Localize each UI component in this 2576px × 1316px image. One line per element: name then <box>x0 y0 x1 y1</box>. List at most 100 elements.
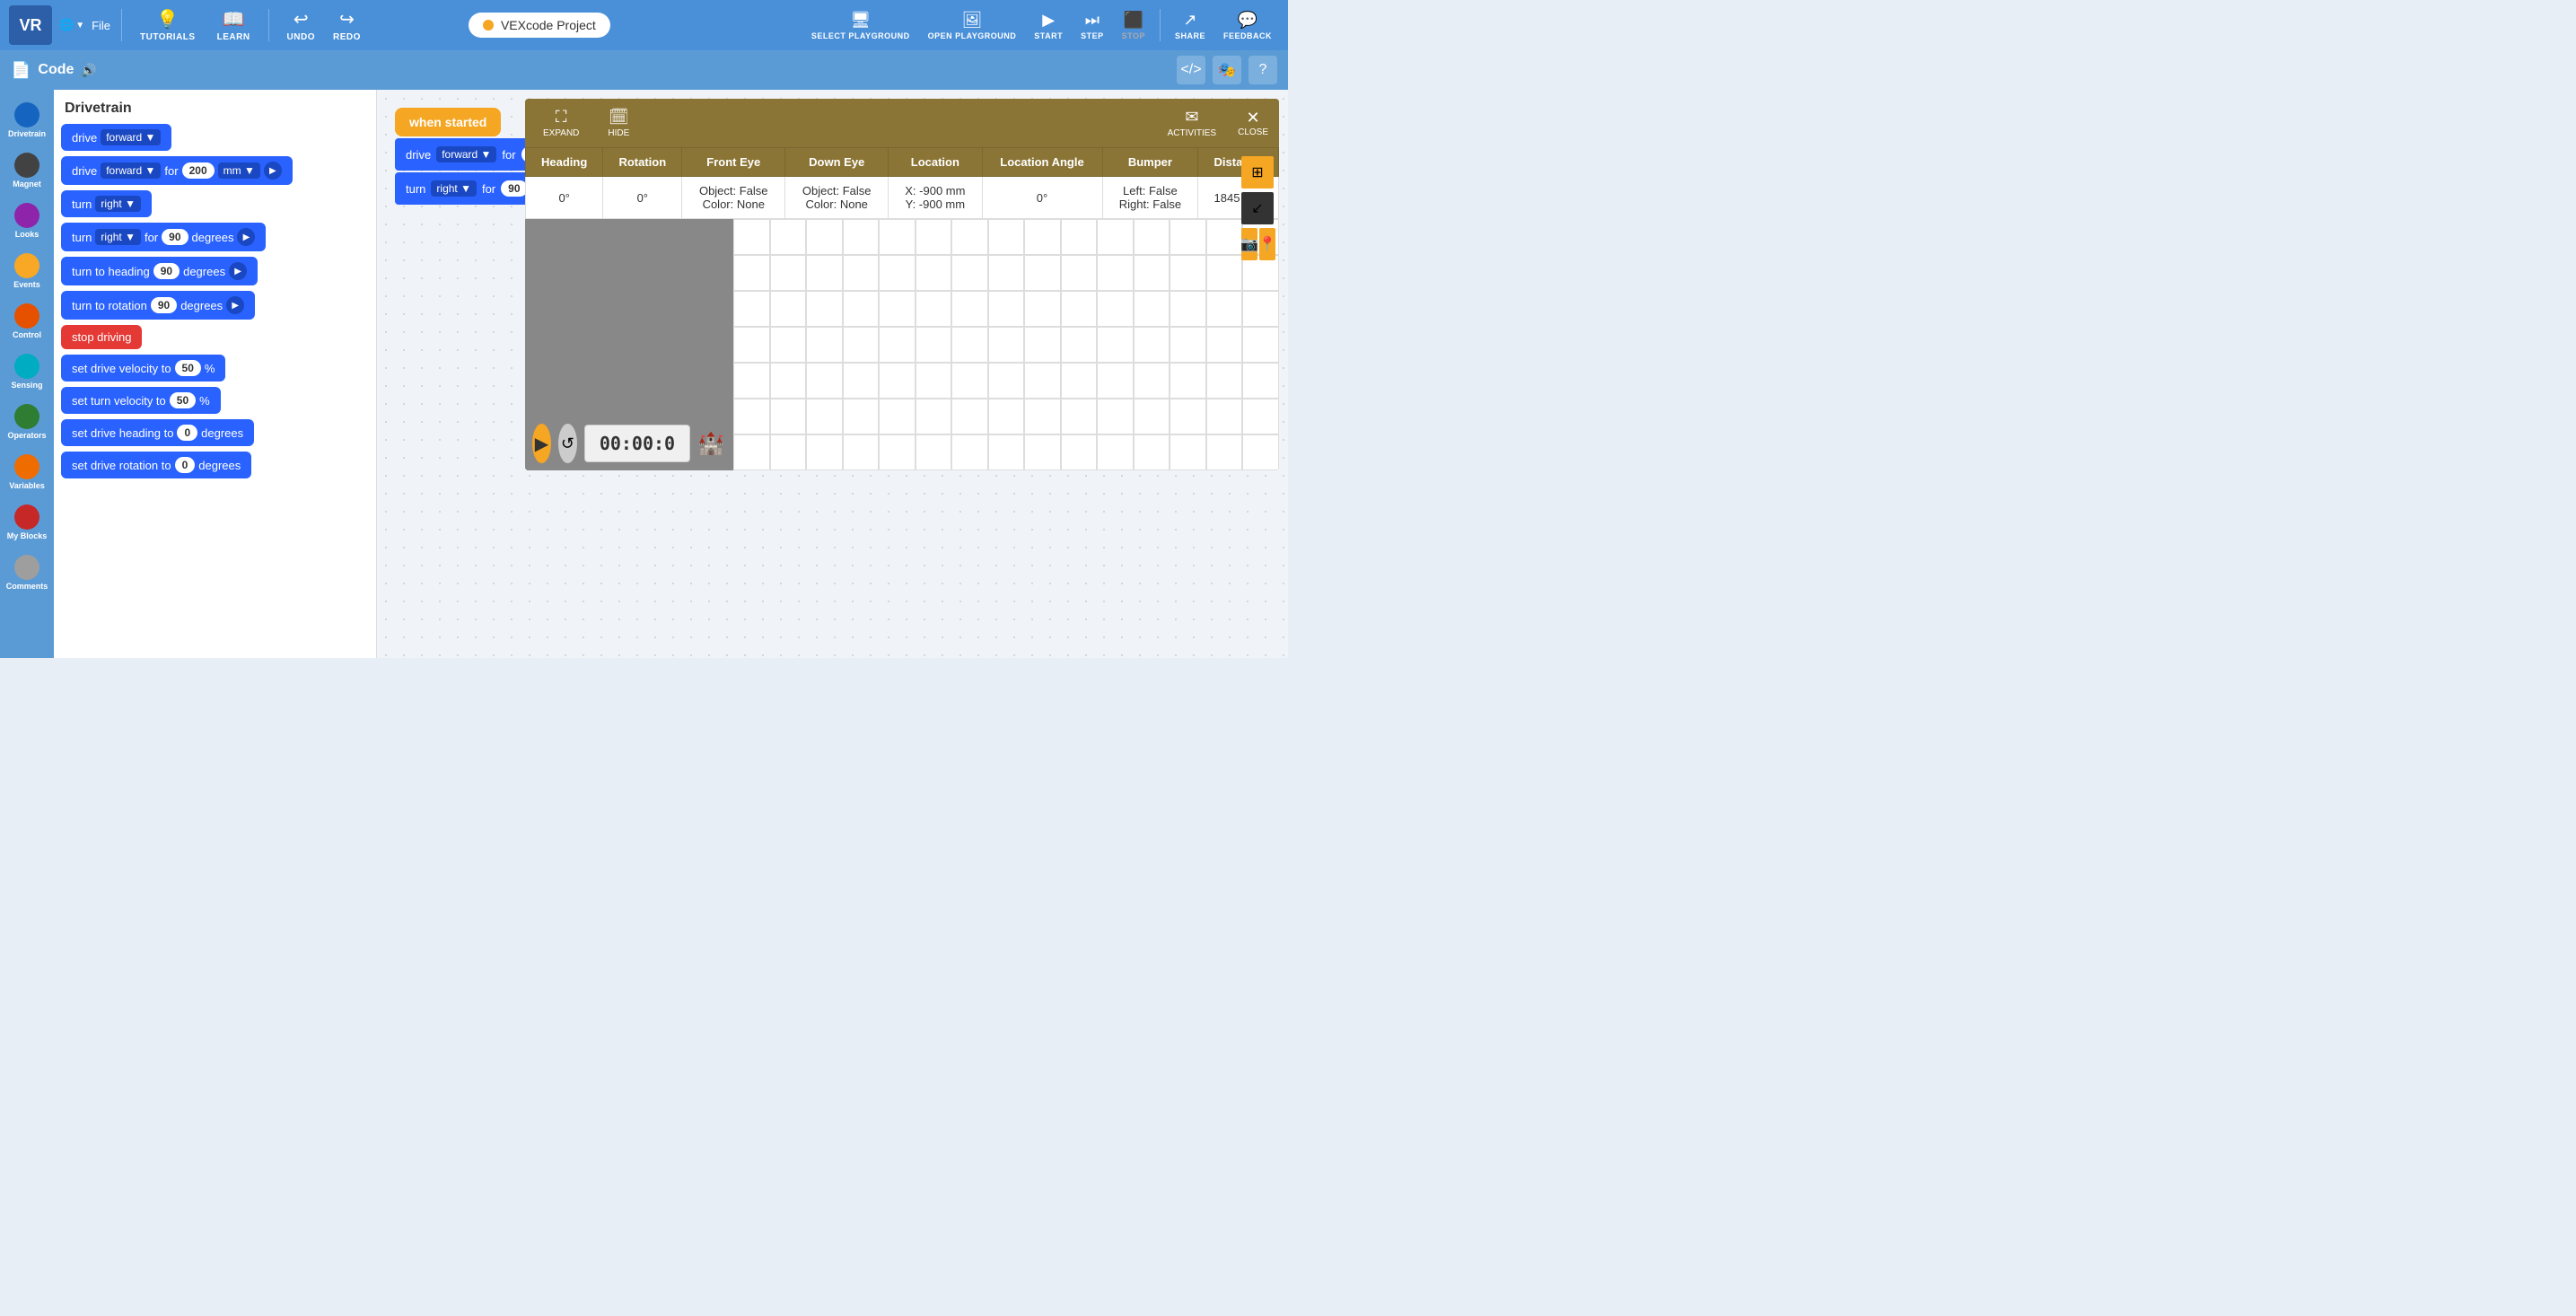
grid-cell <box>1097 255 1134 291</box>
block-set-drive-velocity[interactable]: set drive velocity to 50 % <box>61 355 225 382</box>
monitor-play-button[interactable]: ▶ <box>532 424 551 463</box>
block-drive-forward[interactable]: drive forward ▼ <box>61 124 171 151</box>
stop-button[interactable]: ⬛ STOP <box>1115 7 1152 44</box>
block-turn-to-heading[interactable]: turn to heading 90 degrees ▶ <box>61 257 258 285</box>
turn-velocity-value[interactable]: 50 <box>170 392 196 408</box>
drive-velocity-value[interactable]: 50 <box>175 360 201 376</box>
drive-rotation-value[interactable]: 0 <box>175 457 196 473</box>
sidebar-item-magnet[interactable]: Magnet <box>2 147 52 194</box>
monitor-header: ⛶ EXPAND 🗓 HIDE ✉ ACTIVITIES ✕ <box>525 99 1279 147</box>
row-rotation: 0° <box>603 177 682 219</box>
canvas-drive-dropdown[interactable]: forward ▼ <box>436 146 496 162</box>
redo-button[interactable]: ↪ REDO <box>326 4 368 46</box>
block-text: turn to heading <box>72 265 150 278</box>
code-title: 📄 Code 🔊 <box>11 61 97 80</box>
block-turn-to-rotation[interactable]: turn to rotation 90 degrees ▶ <box>61 291 255 320</box>
monitor-reset-button[interactable]: ↺ <box>558 424 577 463</box>
turn-direction-dropdown[interactable]: right ▼ <box>95 196 141 212</box>
monitor-close-button[interactable]: ✕ CLOSE <box>1238 109 1268 137</box>
block-drive-forward-200[interactable]: drive forward ▼ for 200 mm ▼ ▶ <box>61 156 293 185</box>
grid-cell <box>1024 399 1061 434</box>
sidebar-item-events[interactable]: Events <box>2 248 52 294</box>
sound-icon[interactable]: 🔊 <box>81 63 96 78</box>
grid-cell <box>843 219 880 255</box>
expand-icon: ⛶ <box>556 108 567 127</box>
sprite-button[interactable]: 🎭 <box>1213 56 1241 84</box>
select-playground-button[interactable]: 🖥 SELECT PLAYGROUND <box>804 7 917 44</box>
step-button[interactable]: ⏭ STEP <box>1073 7 1111 44</box>
turn-arrow-btn[interactable]: ▶ <box>237 228 255 246</box>
map-icon[interactable]: 🏰 <box>697 431 724 457</box>
block-set-drive-heading[interactable]: set drive heading to 0 degrees <box>61 419 254 446</box>
row-down-eye: Object: False Color: None <box>785 177 889 219</box>
rotation-arrow-btn[interactable]: ▶ <box>226 296 244 314</box>
sidebar-item-variables[interactable]: Variables <box>2 449 52 496</box>
block-set-drive-rotation[interactable]: set drive rotation to 0 degrees <box>61 452 251 478</box>
help-button[interactable]: ? <box>1249 56 1277 84</box>
sidebar-item-comments[interactable]: Comments <box>2 549 52 596</box>
expand-button[interactable]: ⛶ EXPAND <box>536 104 586 142</box>
sidebar-item-drivetrain[interactable]: Drivetrain <box>2 97 52 144</box>
globe-button[interactable]: 🌐 ▼ <box>59 18 84 32</box>
degrees-text: degrees <box>198 459 241 472</box>
when-started-block[interactable]: when started <box>395 108 501 136</box>
block-text: set turn velocity to <box>72 394 166 408</box>
activities-button[interactable]: ✉ ACTIVITIES <box>1161 104 1223 142</box>
toolbar: VR 🌐 ▼ File 💡 TUTORIALS 📖 LEARN ↩ UNDO ↪… <box>0 0 1288 50</box>
rotation-value[interactable]: 90 <box>151 297 177 313</box>
sidebar-item-sensing[interactable]: Sensing <box>2 348 52 395</box>
code-canvas[interactable]: when started drive forward ▼ for 200 mm … <box>377 90 1288 658</box>
drive-distance-value[interactable]: 200 <box>182 162 215 179</box>
location-y: Y: -900 mm <box>899 197 970 211</box>
turn-direction-dropdown2[interactable]: right ▼ <box>95 229 141 245</box>
monitor-camera-btn[interactable]: 📷 <box>1241 228 1257 260</box>
turn-degrees-value[interactable]: 90 <box>162 229 188 245</box>
heading-arrow-btn[interactable]: ▶ <box>229 262 247 280</box>
code-view-button[interactable]: </> <box>1177 56 1205 84</box>
blocks-panel: Drivetrain drive forward ▼ drive forward… <box>54 90 377 658</box>
monitor-robot-btn[interactable]: ↙ <box>1241 192 1274 224</box>
canvas-turn-dropdown[interactable]: right ▼ <box>431 180 477 197</box>
block-text: turn to rotation <box>72 299 147 312</box>
heading-value[interactable]: 90 <box>153 263 180 279</box>
bumper-left: Left: False <box>1114 184 1187 197</box>
drive-play-btn[interactable]: ▶ <box>264 162 282 180</box>
block-row-set-drive-heading: set drive heading to 0 degrees <box>61 419 369 446</box>
sidebar-item-myblocks[interactable]: My Blocks <box>2 499 52 546</box>
grid-cell <box>770 399 807 434</box>
canvas-for-text2: for <box>482 182 495 196</box>
drive-unit-dropdown[interactable]: mm ▼ <box>218 162 260 179</box>
separator-1 <box>121 9 122 41</box>
undo-button[interactable]: ↩ UNDO <box>280 4 322 46</box>
block-set-turn-velocity[interactable]: set turn velocity to 50 % <box>61 387 221 414</box>
share-button[interactable]: ↗ SHARE <box>1168 7 1213 44</box>
file-button[interactable]: File <box>92 19 110 32</box>
block-turn-right-90[interactable]: turn right ▼ for 90 degrees ▶ <box>61 223 266 251</box>
grid-cell <box>1097 434 1134 470</box>
learn-button[interactable]: 📖 LEARN <box>210 4 258 46</box>
code-title-text: Code <box>38 62 74 78</box>
sidebar-item-looks[interactable]: Looks <box>2 197 52 244</box>
grid-cell <box>988 219 1025 255</box>
start-button[interactable]: ▶ START <box>1027 7 1070 44</box>
monitor-location-btn[interactable]: 📍 <box>1259 228 1275 260</box>
drive-heading-value[interactable]: 0 <box>177 425 197 441</box>
block-row-set-drive-rotation: set drive rotation to 0 degrees <box>61 452 369 478</box>
sidebar-item-control[interactable]: Control <box>2 298 52 345</box>
monitor-grid-btn[interactable]: ⊞ <box>1241 156 1274 189</box>
hide-label: HIDE <box>608 128 629 138</box>
grid-cell <box>1061 291 1098 327</box>
drive-direction-dropdown2[interactable]: forward ▼ <box>101 162 161 179</box>
grid-cell <box>916 399 952 434</box>
feedback-button[interactable]: 💬 FEEDBACK <box>1216 7 1279 44</box>
vr-logo[interactable]: VR <box>9 5 52 45</box>
tutorials-button[interactable]: 💡 TUTORIALS <box>133 4 203 46</box>
hide-button[interactable]: 🗓 HIDE <box>600 104 636 142</box>
sidebar-item-operators[interactable]: Operators <box>2 399 52 445</box>
block-stop-driving[interactable]: stop driving <box>61 325 142 349</box>
drive-direction-dropdown[interactable]: forward ▼ <box>101 129 161 145</box>
open-playground-button[interactable]: 🖼 OPEN PLAYGROUND <box>921 7 1024 44</box>
block-row-set-turn-velocity: set turn velocity to 50 % <box>61 387 369 414</box>
canvas-turn-value[interactable]: 90 <box>501 180 527 197</box>
block-turn-right[interactable]: turn right ▼ <box>61 190 152 217</box>
